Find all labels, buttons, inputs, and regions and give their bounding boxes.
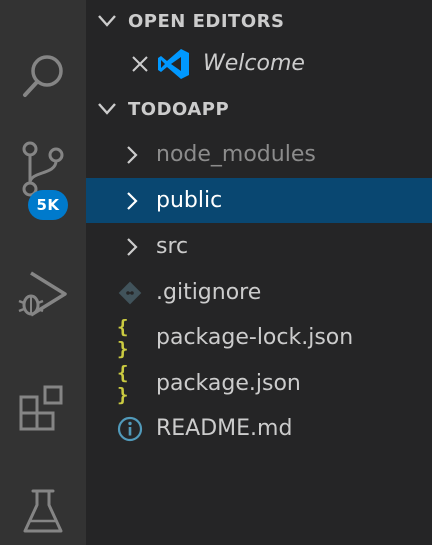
tree-item-label: public bbox=[156, 188, 223, 213]
explorer-sidebar: OPEN EDITORS Welcome TODOAPP node_module… bbox=[86, 0, 432, 545]
chevron-down-icon bbox=[94, 14, 120, 28]
workspace-title: TODOAPP bbox=[128, 98, 230, 120]
info-icon bbox=[117, 416, 143, 442]
tree-item-readme[interactable]: README.md bbox=[86, 406, 432, 451]
git-icon bbox=[117, 280, 143, 306]
chevron-right-icon bbox=[119, 188, 145, 214]
close-icon[interactable] bbox=[127, 51, 153, 77]
source-control-badge: 5K bbox=[28, 190, 68, 220]
extensions-icon bbox=[19, 385, 63, 431]
open-editors-header[interactable]: OPEN EDITORS bbox=[86, 0, 432, 42]
json-icon: { } bbox=[117, 361, 128, 406]
chevron-right-icon bbox=[119, 142, 145, 168]
open-editor-item[interactable]: Welcome bbox=[86, 41, 432, 86]
open-editor-label: Welcome bbox=[203, 51, 305, 76]
tree-item-public[interactable]: public bbox=[86, 178, 432, 223]
json-icon: { } bbox=[117, 315, 128, 360]
open-editors-title: OPEN EDITORS bbox=[128, 10, 285, 32]
tree-item-label: node_modules bbox=[156, 142, 316, 167]
tree-item-gitignore[interactable]: .gitignore bbox=[86, 270, 432, 315]
tree-item-package-json[interactable]: { } package.json bbox=[86, 361, 432, 406]
vscode-logo-icon bbox=[157, 47, 191, 81]
vscode-window: 5K OPEN EDITORS Welcome TODOAPP node_mod… bbox=[0, 0, 432, 545]
chevron-down-icon bbox=[94, 102, 120, 116]
activity-testing[interactable] bbox=[0, 468, 86, 545]
activity-search[interactable] bbox=[0, 34, 86, 120]
tree-item-package-lock-json[interactable]: { } package-lock.json bbox=[86, 315, 432, 360]
tree-item-src[interactable]: src bbox=[86, 224, 432, 269]
run-debug-icon bbox=[18, 271, 67, 317]
activity-extensions[interactable] bbox=[0, 366, 86, 452]
tree-item-node-modules[interactable]: node_modules bbox=[86, 132, 432, 177]
chevron-right-icon bbox=[119, 234, 145, 260]
tree-item-label: src bbox=[156, 234, 189, 259]
activity-run-debug[interactable] bbox=[0, 252, 86, 338]
tree-item-label: README.md bbox=[156, 416, 293, 441]
flask-icon bbox=[23, 489, 63, 533]
tree-item-label: .gitignore bbox=[156, 280, 262, 305]
tree-item-label: package-lock.json bbox=[156, 325, 354, 350]
activity-bar: 5K bbox=[0, 0, 86, 545]
tree-item-label: package.json bbox=[156, 371, 301, 396]
workspace-header[interactable]: TODOAPP bbox=[86, 88, 432, 130]
search-icon bbox=[23, 55, 63, 97]
